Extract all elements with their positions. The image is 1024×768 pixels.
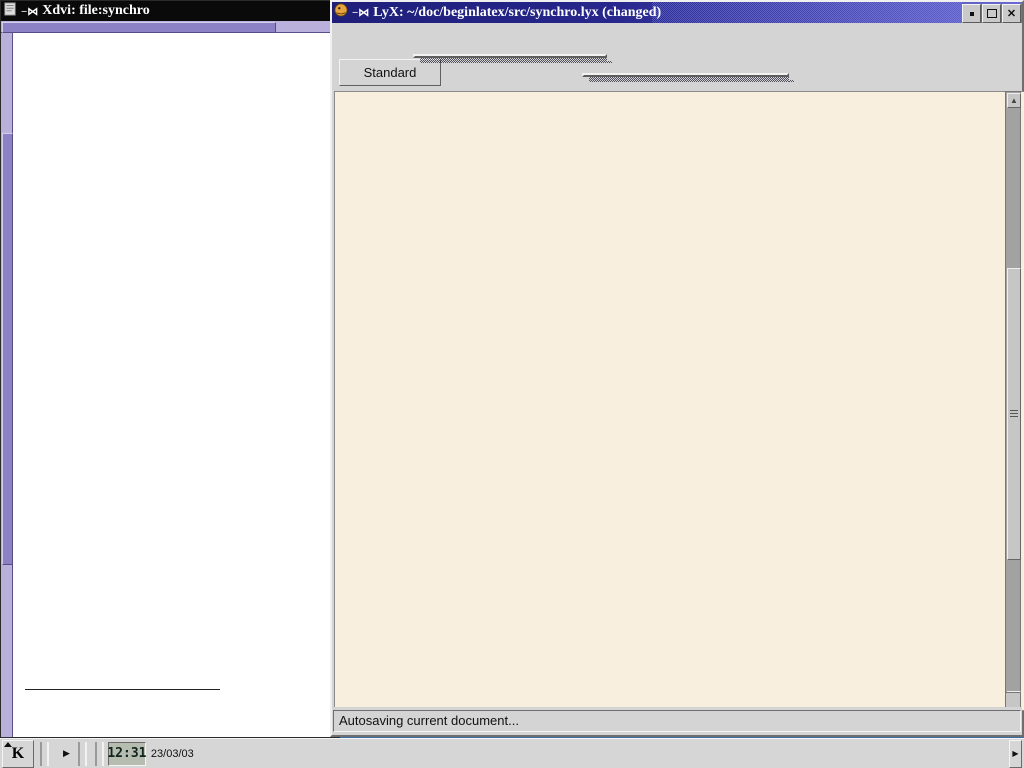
- panel-separator: [95, 742, 104, 766]
- document-scrollbar[interactable]: ▲ ▼: [1005, 91, 1021, 708]
- clock-date[interactable]: 23/03/03: [148, 748, 197, 760]
- k-menu-label: K: [12, 745, 24, 763]
- clock-time: 12:31: [107, 746, 146, 761]
- k-menu-arrow-icon: [4, 742, 12, 747]
- pin-icon[interactable]: −⋈: [352, 6, 369, 19]
- clock-applet[interactable]: 12:31: [108, 742, 146, 766]
- scrollbar-corner: [1005, 692, 1021, 708]
- xdvi-horizontal-scrollbar[interactable]: [1, 21, 339, 33]
- panel-separator: [40, 742, 49, 766]
- xdvi-titlebar[interactable]: −⋈ Xdvi: file:synchro: [1, 1, 339, 21]
- lyx-document-area[interactable]: [334, 91, 1024, 711]
- footnote-rule: [25, 689, 220, 690]
- lyx-titlebar[interactable]: −⋈ LyX: ~/doc/beginlatex/src/synchro.lyx…: [332, 2, 1022, 23]
- lyx-title-text: LyX: ~/doc/beginlatex/src/synchro.lyx (c…: [373, 5, 661, 21]
- maximize-button[interactable]: [982, 4, 1001, 23]
- pin-icon[interactable]: −⋈: [21, 5, 38, 18]
- special-character-submenu: [582, 73, 789, 77]
- lyx-app-icon: [334, 3, 348, 22]
- layout-combo[interactable]: Standard: [339, 59, 441, 86]
- lyx-statusbar: Autosaving current document...: [332, 707, 1022, 735]
- k-menu-button[interactable]: K: [2, 740, 34, 768]
- layout-combo-value: Standard: [364, 65, 417, 80]
- titlebar-dither: [652, 2, 963, 23]
- status-message: Autosaving current document...: [333, 710, 1021, 732]
- scroll-up-icon[interactable]: ▲: [1007, 93, 1021, 108]
- xdvi-app-icon: [3, 2, 17, 21]
- xdvi-window: −⋈ Xdvi: file:synchro: [0, 0, 340, 738]
- close-button[interactable]: ✕: [1002, 4, 1021, 23]
- xdvi-page: [13, 33, 339, 737]
- panel-hide-button[interactable]: ▶: [1009, 740, 1022, 768]
- menu-shadow: [420, 58, 607, 63]
- xdvi-vertical-scrollbar[interactable]: [1, 33, 13, 737]
- document-scroll-thumb[interactable]: [1007, 268, 1021, 560]
- taskbar: K ▶ 12:31 23/03/03 ▶: [0, 738, 1024, 768]
- lyx-window: −⋈ LyX: ~/doc/beginlatex/src/synchro.lyx…: [330, 0, 1024, 737]
- menu-shadow: [789, 80, 794, 82]
- desktop: −⋈ Xdvi: file:synchro −⋈ LyX: ~/doc/begi…: [0, 0, 1024, 768]
- thumb-grip: [1010, 410, 1018, 418]
- xdvi-vscroll-thumb[interactable]: [2, 133, 13, 565]
- panel-separator: [78, 742, 87, 766]
- pager-arrow-icon[interactable]: ▶: [61, 748, 72, 759]
- xdvi-title-text: Xdvi: file:synchro: [42, 3, 149, 19]
- xdvi-hscroll-thumb[interactable]: [2, 22, 276, 33]
- lyx-menubar: [332, 23, 1022, 55]
- menu-shadow: [607, 61, 612, 63]
- menu-shadow: [589, 77, 789, 82]
- insert-menu: [413, 54, 607, 58]
- minimize-button[interactable]: [962, 4, 981, 23]
